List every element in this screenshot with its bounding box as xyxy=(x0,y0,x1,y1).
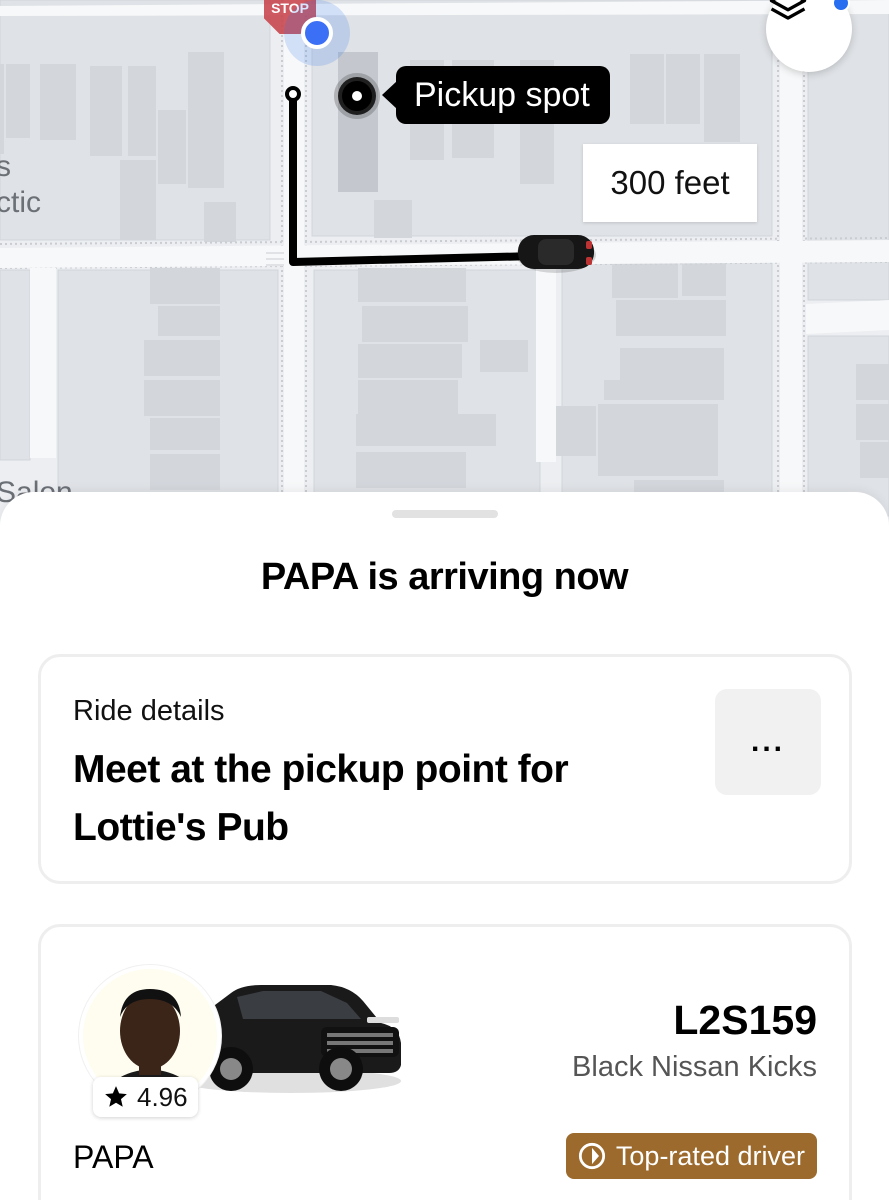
driver-name: PAPA xyxy=(73,1139,154,1175)
more-icon: ... xyxy=(750,725,785,758)
car-marker xyxy=(516,235,596,273)
pickup-spot-label[interactable]: Pickup spot xyxy=(382,66,610,124)
ride-details-card[interactable]: Ride details Meet at the pickup point fo… xyxy=(38,654,852,884)
top-rated-icon xyxy=(578,1142,605,1170)
driver-rating-badge: 4.96 xyxy=(93,1077,198,1117)
pickup-instruction: Meet at the pickup point for Lottie's Pu… xyxy=(73,748,569,849)
driver-card[interactable]: 4.96 PAPA L2S159 Black Nissan Kicks Top-… xyxy=(38,924,852,1200)
license-plate: L2S159 xyxy=(673,997,817,1043)
driver-rating-value: 4.96 xyxy=(137,1081,188,1112)
map-street-label: s xyxy=(0,150,11,183)
map-view[interactable]: STOP s ctic Salon Pickup spot 300 feet xyxy=(0,0,889,520)
user-location-marker xyxy=(284,0,350,66)
more-options-button[interactable]: ... xyxy=(715,689,821,795)
map-street-label: ctic xyxy=(0,186,41,219)
vehicle-description: Black Nissan Kicks xyxy=(572,1051,817,1083)
sheet-drag-handle[interactable] xyxy=(392,510,498,518)
arrival-status-title: PAPA is arriving now xyxy=(260,556,629,598)
trip-bottom-sheet: PAPA is arriving now Ride details Meet a… xyxy=(0,492,889,1200)
layers-icon xyxy=(769,0,807,20)
top-rated-label: Top-rated driver xyxy=(615,1140,805,1171)
distance-label: 300 feet xyxy=(583,144,757,222)
location-dot xyxy=(301,17,333,49)
top-rated-driver-badge: Top-rated driver xyxy=(565,1133,817,1179)
ride-details-label: Ride details xyxy=(73,695,225,727)
star-icon xyxy=(105,1086,127,1107)
app-screen: STOP s ctic Salon Pickup spot 300 feet P… xyxy=(0,0,889,1200)
